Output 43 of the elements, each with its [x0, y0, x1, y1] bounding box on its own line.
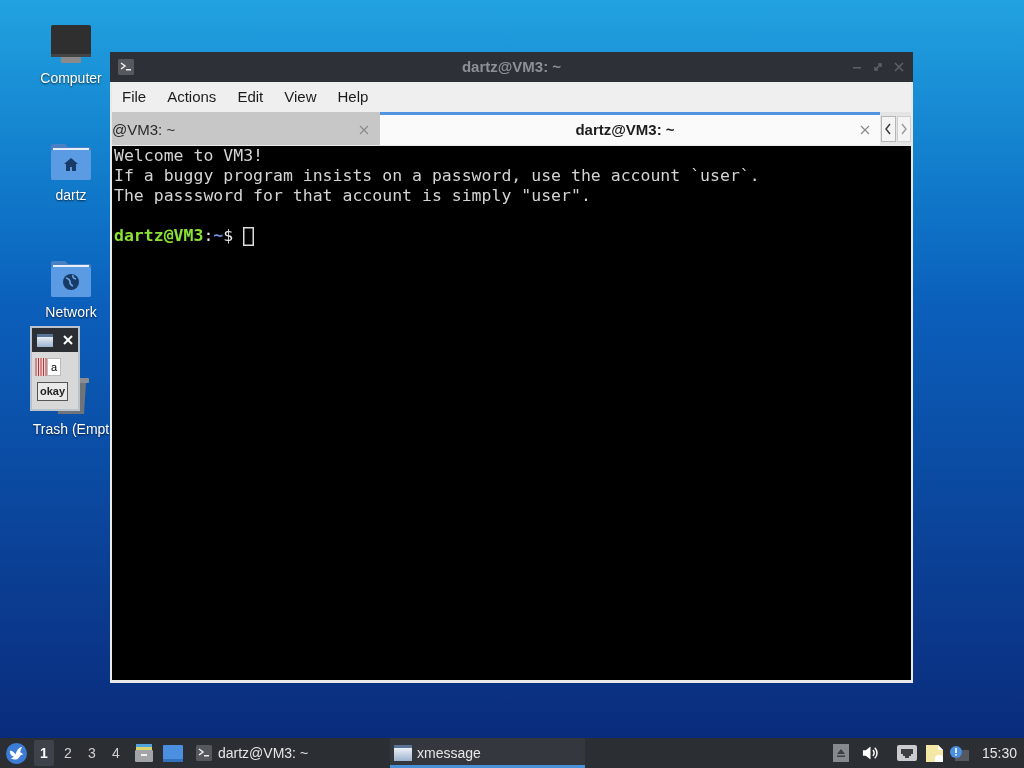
striped-icon	[35, 358, 47, 376]
workspace-button[interactable]: 3	[82, 740, 102, 766]
okay-button[interactable]: okay	[37, 382, 69, 401]
menu-item[interactable]: File	[112, 82, 157, 112]
terminal-line: Welcome to VM3!	[114, 146, 263, 166]
task-button[interactable]: dartz@VM3: ~	[193, 738, 388, 768]
ethernet-icon[interactable]	[896, 745, 917, 761]
terminal-icon	[118, 59, 134, 75]
task-button[interactable]: xmessage	[390, 738, 585, 768]
message-text: a	[47, 358, 62, 376]
file-cabinet-icon[interactable]	[134, 743, 154, 763]
volume-icon[interactable]	[861, 745, 879, 761]
home-folder-icon[interactable]	[51, 142, 91, 180]
start-menu-icon[interactable]	[6, 742, 27, 764]
shell-prompt: dartz@VM3:~$	[114, 226, 234, 246]
menu-item[interactable]: Actions	[157, 82, 227, 112]
window-title: dartz@VM3: ~	[461, 56, 562, 77]
tab[interactable]: @VM3: ~	[112, 112, 380, 145]
chevron-left-icon[interactable]	[884, 122, 893, 135]
notes-icon[interactable]	[924, 743, 944, 763]
screen-icon[interactable]	[163, 744, 183, 762]
workspace-button[interactable]: 2	[58, 740, 78, 766]
workspace-button[interactable]: 4	[106, 740, 126, 766]
icon-label[interactable]: Trash (Empt	[32, 421, 110, 438]
icon-label[interactable]: Network	[45, 304, 97, 321]
window-icon	[394, 745, 412, 761]
globe-folder-icon[interactable]	[51, 259, 91, 297]
tab-scroll-left-button[interactable]	[881, 115, 896, 142]
tab[interactable]: dartz@VM3: ~	[380, 112, 880, 145]
menu-item[interactable]: View	[274, 82, 327, 112]
workspace-button[interactable]: 1	[34, 740, 54, 766]
notification-icon[interactable]	[948, 745, 969, 761]
window-icon	[37, 333, 53, 347]
menu-item[interactable]: Edit	[227, 82, 274, 112]
terminal-icon	[195, 745, 213, 761]
cursor-icon	[243, 226, 255, 246]
terminal-line: The passsword for that account is simply "user".	[114, 186, 591, 206]
terminal-line: If a buggy program insists on a password, use the account `user`.	[114, 166, 760, 186]
icon-label[interactable]: dartz	[55, 187, 87, 204]
monitor-icon[interactable]	[51, 25, 91, 63]
eject-icon[interactable]	[832, 744, 849, 762]
clock[interactable]: 15:30	[981, 742, 1017, 764]
menu-item[interactable]: Help	[327, 82, 379, 112]
